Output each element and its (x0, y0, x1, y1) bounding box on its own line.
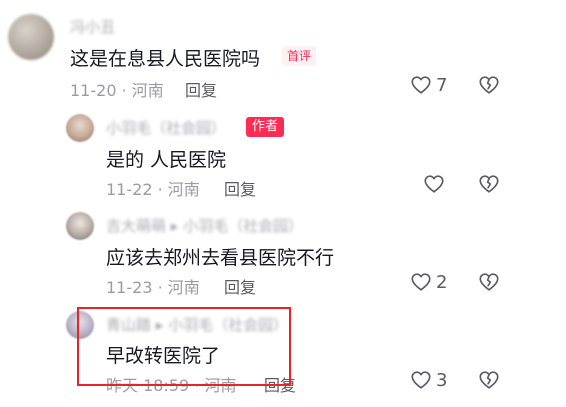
broken-heart-icon (479, 273, 499, 291)
author-badge: 作者 (246, 117, 285, 137)
like-count: 3 (436, 369, 448, 391)
like-count: 2 (436, 271, 448, 293)
comment-time-location: 11-23 · 河南 (106, 278, 200, 297)
heart-outline-icon (424, 175, 444, 193)
dislike-button[interactable] (478, 74, 500, 96)
broken-heart-icon (479, 175, 499, 193)
dislike-button[interactable] (478, 173, 500, 195)
reply-button[interactable]: 回复 (224, 274, 256, 298)
like-button[interactable]: 2 (410, 271, 447, 293)
comment-username[interactable]: 冯小丑 (70, 16, 115, 37)
comment-username[interactable]: 吉大萌萌 ▸ 小羽毛（社会园） (106, 215, 303, 236)
comment-text[interactable]: 应该去郑州去看县医院不行 (106, 243, 334, 270)
dislike-button[interactable] (478, 271, 500, 293)
avatar[interactable] (66, 114, 94, 142)
like-button[interactable]: 7 (410, 74, 447, 96)
broken-heart-icon (479, 371, 499, 389)
heart-outline-icon (411, 273, 431, 291)
like-button[interactable] (423, 173, 449, 195)
dislike-button[interactable] (478, 369, 500, 391)
reply-button[interactable]: 回复 (185, 77, 217, 101)
heart-outline-icon (411, 371, 431, 389)
comment-text[interactable]: 这是在息县人民医院吗 (70, 44, 260, 71)
comment-thread: 冯小丑 这是在息县人民医院吗 首评 11-20 · 河南 回复 7 小羽毛（社会… (0, 0, 566, 407)
first-comment-badge: 首评 (282, 46, 317, 66)
like-count: 7 (436, 74, 448, 96)
avatar[interactable] (66, 212, 94, 240)
highlight-annotation-box (77, 307, 291, 386)
broken-heart-icon (479, 76, 499, 94)
comment-time-location: 11-22 · 河南 (106, 180, 200, 199)
reply-button[interactable]: 回复 (224, 176, 256, 200)
like-button[interactable]: 3 (410, 369, 447, 391)
heart-outline-icon (411, 76, 431, 94)
comment-text[interactable]: 是的 人民医院 (106, 145, 226, 172)
avatar[interactable] (8, 14, 54, 60)
comment-time-location: 11-20 · 河南 (70, 81, 164, 100)
comment-username[interactable]: 小羽毛（社会园） (106, 117, 226, 138)
